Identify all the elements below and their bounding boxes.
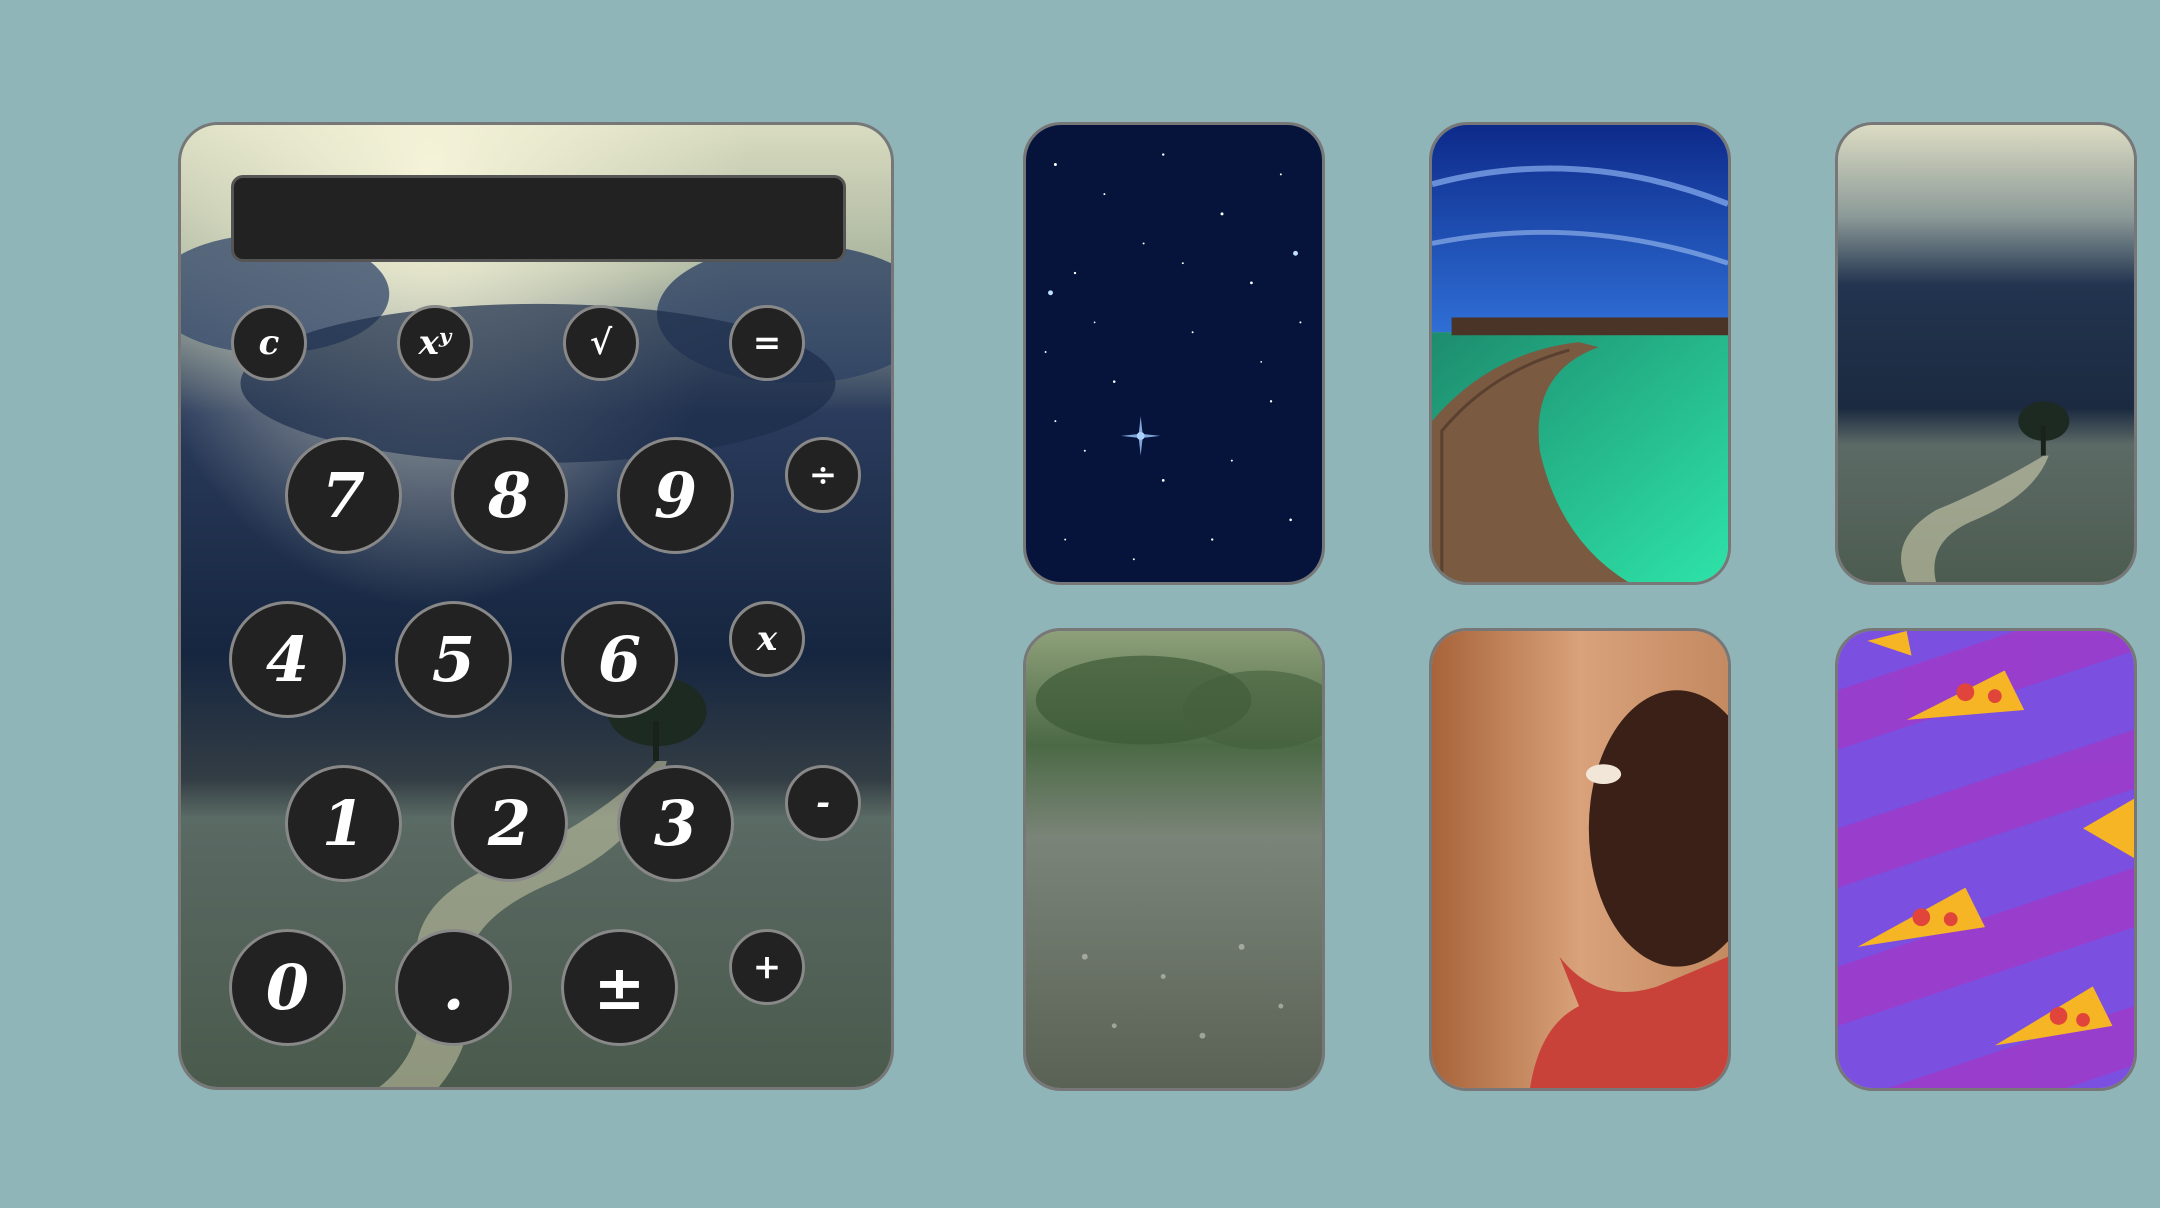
digit-2-button[interactable]: 2 bbox=[451, 765, 568, 882]
digit-3-button[interactable]: 3 bbox=[617, 765, 734, 882]
digit-5-button[interactable]: 5 bbox=[395, 601, 512, 718]
ocean-boardwalk-theme-icon bbox=[1432, 125, 1728, 582]
multiply-button[interactable]: x bbox=[729, 601, 805, 677]
equals-button[interactable]: = bbox=[729, 305, 805, 381]
digit-0-button[interactable]: 0 bbox=[229, 929, 346, 1046]
theme-card-rain[interactable] bbox=[1023, 628, 1325, 1091]
digit-7-button[interactable]: 7 bbox=[285, 437, 402, 554]
power-button[interactable]: xʸ bbox=[397, 305, 473, 381]
digit-4-button[interactable]: 4 bbox=[229, 601, 346, 718]
person-gif-theme-icon bbox=[1432, 631, 1728, 1088]
digit-8-button[interactable]: 8 bbox=[451, 437, 568, 554]
theme-card-pizza-pattern[interactable] bbox=[1835, 628, 2137, 1091]
storm-clouds-theme-icon bbox=[1838, 125, 2134, 582]
clear-button[interactable]: c bbox=[231, 305, 307, 381]
plus-button[interactable]: + bbox=[729, 929, 805, 1005]
divide-button[interactable]: ÷ bbox=[785, 437, 861, 513]
theme-card-starry-sky[interactable] bbox=[1023, 122, 1325, 585]
starry-sky-theme-icon bbox=[1026, 125, 1322, 582]
square-root-button[interactable]: √ bbox=[563, 305, 639, 381]
plus-minus-button[interactable]: ± bbox=[561, 929, 678, 1046]
theme-card-storm-clouds[interactable] bbox=[1835, 122, 2137, 585]
calculator: c xʸ √ = 7 8 9 ÷ 4 5 6 x 1 2 3 - 0 . ± + bbox=[178, 122, 894, 1090]
digit-1-button[interactable]: 1 bbox=[285, 765, 402, 882]
digit-6-button[interactable]: 6 bbox=[561, 601, 678, 718]
theme-card-ocean-boardwalk[interactable] bbox=[1429, 122, 1731, 585]
rain-theme-icon bbox=[1026, 631, 1322, 1088]
calculator-display bbox=[231, 175, 846, 262]
pizza-pattern-theme-icon bbox=[1838, 631, 2134, 1088]
digit-9-button[interactable]: 9 bbox=[617, 437, 734, 554]
decimal-button[interactable]: . bbox=[395, 929, 512, 1046]
theme-card-person-gif[interactable] bbox=[1429, 628, 1731, 1091]
minus-button[interactable]: - bbox=[785, 765, 861, 841]
